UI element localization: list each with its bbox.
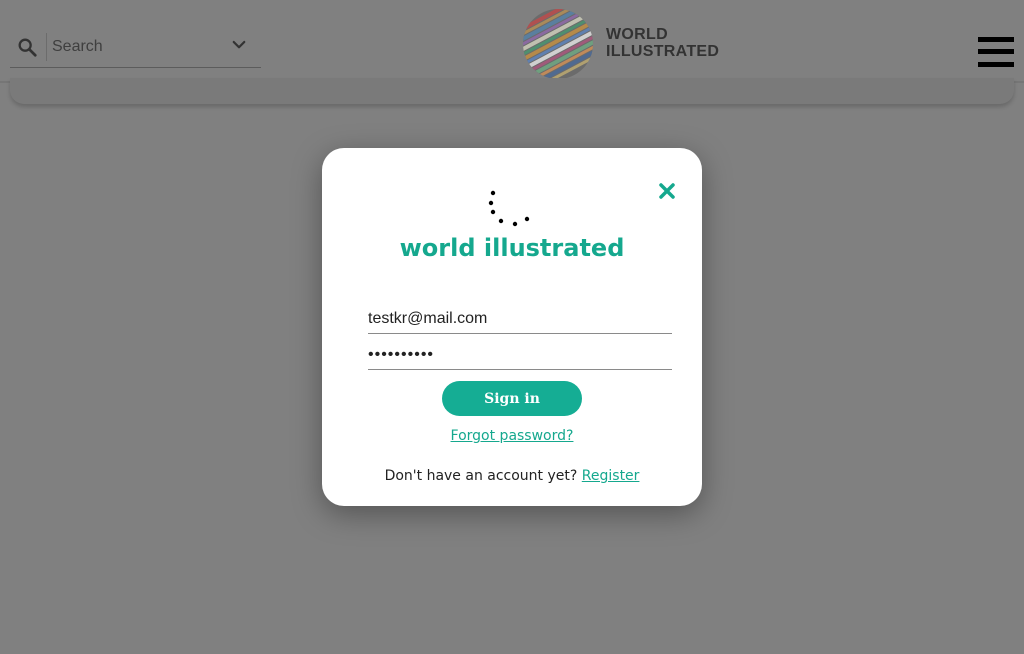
login-modal: world illustrated Sign in Forgot passwor… [322,148,702,506]
sign-in-button[interactable]: Sign in [442,381,582,416]
world-illustrated-logo[interactable] [522,8,594,80]
loading-spinner-icon [488,190,530,227]
hamburger-menu-icon[interactable] [978,37,1014,67]
register-link[interactable]: Register [582,468,640,484]
site-header: WORLD ILLUSTRATED [0,0,1024,83]
search-bar[interactable] [10,30,261,68]
brand-line-1: WORLD [606,26,668,43]
register-line: Don't have an account yet? Register [322,468,702,484]
email-field[interactable] [368,305,672,334]
search-divider [46,33,47,61]
brand-line-2: ILLUSTRATED [606,43,720,60]
close-icon[interactable] [658,182,676,200]
brand-name[interactable]: WORLD ILLUSTRATED [606,26,719,60]
search-input[interactable] [52,34,222,60]
search-icon[interactable] [16,36,38,58]
modal-title: world illustrated [399,234,625,262]
chevron-down-icon[interactable] [230,36,248,54]
header-subbar [10,78,1014,104]
password-field[interactable] [368,341,672,370]
register-prompt: Don't have an account yet? [384,468,578,484]
forgot-password-link[interactable]: Forgot password? [322,428,702,444]
